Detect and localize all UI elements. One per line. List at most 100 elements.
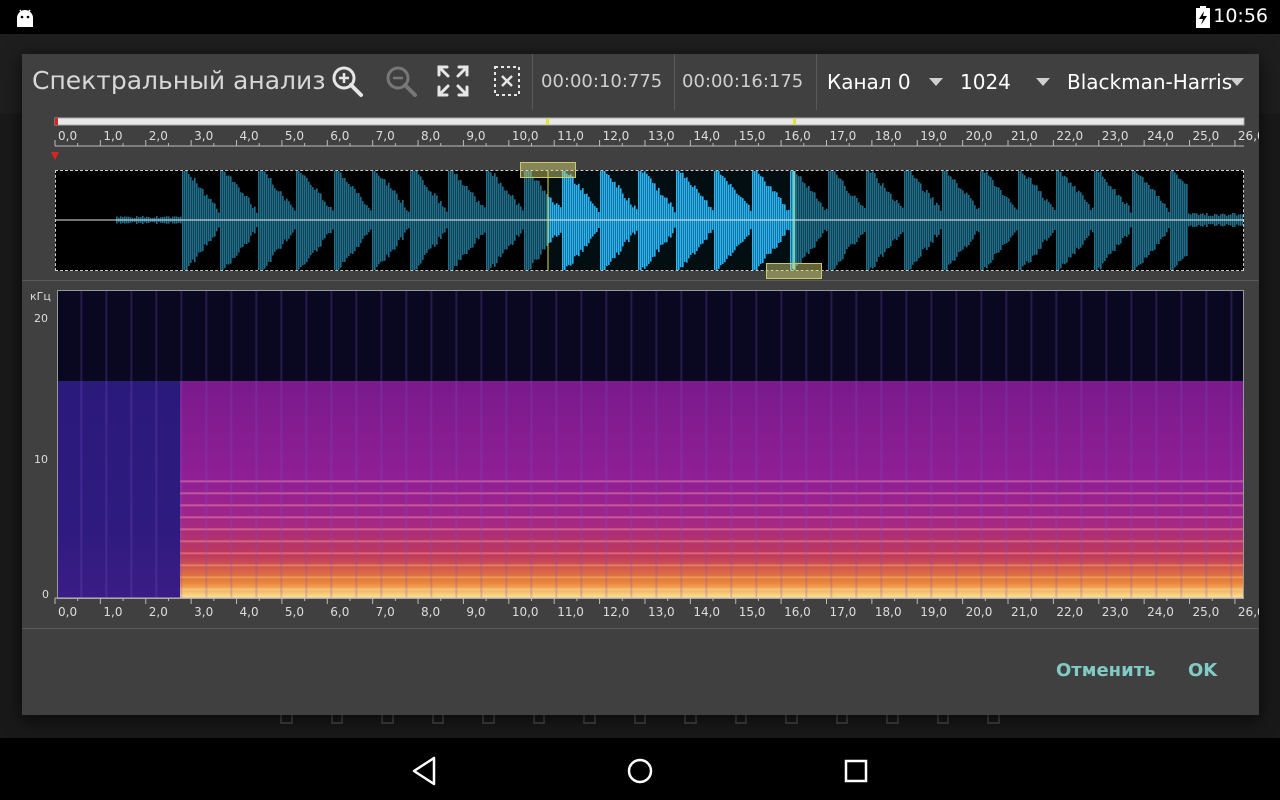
selection-start-handle[interactable] [520, 162, 576, 178]
time-tick-label: 22,0 [1056, 129, 1083, 143]
clear-selection-icon[interactable] [490, 64, 524, 98]
timeline[interactable]: 0,0 1,0 2,0 3,0 4,0 5,0 6,0 7,0 8,0 9,0 10,0 11,0 12… [22, 110, 1259, 170]
time-tick-label: 11,0 [557, 605, 584, 619]
freq-tick-label: 10 [34, 453, 48, 466]
toolbar-separator [816, 54, 817, 110]
time-tick-label: 7,0 [376, 129, 395, 143]
spectrogram-transients [58, 291, 1243, 598]
time-tick-label: 26,0 [1238, 605, 1259, 619]
time-tick-label: 14,0 [693, 605, 720, 619]
time-tick-label: 12,0 [603, 605, 630, 619]
time-tick-label: 24,0 [1147, 605, 1174, 619]
channel-dropdown[interactable]: Канал 0 [827, 64, 945, 100]
fft-size-dropdown[interactable]: 1024 [960, 64, 1052, 100]
time-tick-label: 15,0 [739, 129, 766, 143]
time-tick-label: 18,0 [875, 605, 902, 619]
spectral-analysis-dialog: Спектральный анализ 00:00:10:775 00:00:1… [22, 54, 1259, 715]
time-tick-label: 10,0 [512, 605, 539, 619]
cancel-button[interactable]: Отменить [1056, 660, 1156, 681]
spectrogram-view[interactable] [57, 290, 1244, 599]
time-tick-label: 8,0 [421, 605, 440, 619]
playhead-triangle[interactable] [51, 152, 59, 160]
time-tick-label: 16,0 [784, 605, 811, 619]
fit-to-screen-icon[interactable] [436, 64, 470, 98]
spectrogram-time-axis: 0,0 1,0 2,0 3,0 4,0 5,0 6,0 7,0 8,0 9,0 10,0 11,0 12… [22, 594, 1259, 624]
time-tick-label: 23,0 [1102, 605, 1129, 619]
time-tick-label: 5,0 [285, 605, 304, 619]
playhead-marker [55, 118, 58, 125]
time-tick-label: 3,0 [194, 129, 213, 143]
window-function-dropdown[interactable]: Blackman-Harris [1067, 64, 1247, 100]
battery-charging-icon [1196, 6, 1210, 28]
time-tick-label: 15,0 [739, 605, 766, 619]
time-tick-label: 17,0 [829, 129, 856, 143]
time-tick-label: 21,0 [1011, 605, 1038, 619]
clock: 10:56 [1213, 5, 1268, 27]
frequency-unit-label: кГц [30, 290, 51, 303]
dialog-toolbar: Спектральный анализ 00:00:10:775 00:00:1… [22, 54, 1259, 110]
time-tick-label: 20,0 [966, 129, 993, 143]
bottom-divider [22, 628, 1259, 629]
time-tick-label: 19,0 [920, 129, 947, 143]
time-tick-label: 23,0 [1102, 129, 1129, 143]
time-tick-label: 0,0 [58, 129, 77, 143]
dialog-title: Спектральный анализ [32, 66, 326, 95]
chevron-down-icon [1230, 78, 1244, 86]
time-tick-label: 11,0 [557, 129, 584, 143]
time-tick-label: 9,0 [466, 129, 485, 143]
chevron-down-icon [929, 78, 943, 86]
android-icon [14, 6, 36, 28]
timeline-bar[interactable] [55, 118, 1244, 125]
time-tick-label: 2,0 [149, 129, 168, 143]
toolbar-separator [532, 54, 533, 110]
home-icon[interactable] [623, 754, 657, 788]
time-tick-label: 17,0 [829, 605, 856, 619]
recents-icon[interactable] [839, 754, 873, 788]
time-tick-label: 20,0 [966, 605, 993, 619]
time-tick-label: 25,0 [1193, 605, 1220, 619]
chevron-down-icon [1036, 78, 1050, 86]
time-tick-label: 19,0 [920, 605, 947, 619]
time-tick-label: 8,0 [421, 129, 440, 143]
time-tick-label: 2,0 [149, 605, 168, 619]
selection-end-handle[interactable] [766, 263, 822, 279]
time-tick-label: 6,0 [330, 605, 349, 619]
time-tick-label: 4,0 [240, 129, 259, 143]
time-tick-label: 6,0 [330, 129, 349, 143]
time-tick-label: 12,0 [603, 129, 630, 143]
zoom-out-icon[interactable] [384, 64, 418, 98]
navigation-bar [0, 738, 1280, 800]
time-tick-label: 1,0 [103, 605, 122, 619]
time-tick-label: 5,0 [285, 129, 304, 143]
time-tick-label: 13,0 [648, 605, 675, 619]
ok-button[interactable]: OK [1188, 660, 1217, 681]
time-tick-label: 4,0 [240, 605, 259, 619]
time-tick-label: 26,0 [1238, 129, 1259, 143]
fft-size-value: 1024 [960, 70, 1011, 94]
time-tick-label: 13,0 [648, 129, 675, 143]
window-function-value: Blackman-Harris [1067, 70, 1232, 94]
status-bar: 10:56 [0, 0, 1280, 34]
waveform-view[interactable] [55, 170, 1244, 271]
time-tick-label: 14,0 [693, 129, 720, 143]
time-tick-label: 18,0 [875, 129, 902, 143]
selection-end-time: 00:00:16:175 [682, 71, 803, 92]
time-tick-label: 24,0 [1147, 129, 1174, 143]
zoom-in-icon[interactable] [330, 64, 364, 98]
time-tick-label: 7,0 [376, 605, 395, 619]
time-tick-label: 1,0 [103, 129, 122, 143]
selection-start-marker [546, 118, 549, 125]
freq-tick-label: 20 [34, 312, 48, 325]
time-tick-label: 3,0 [194, 605, 213, 619]
time-tick-label: 25,0 [1193, 129, 1220, 143]
time-tick-label: 0,0 [58, 605, 77, 619]
selection-end-marker [793, 118, 796, 125]
toolbar-separator [674, 54, 675, 110]
time-tick-label: 22,0 [1056, 605, 1083, 619]
section-divider [22, 280, 1259, 281]
back-icon[interactable] [408, 754, 442, 788]
selection-start-time: 00:00:10:775 [541, 71, 662, 92]
channel-value: Канал 0 [827, 70, 911, 94]
time-tick-label: 10,0 [512, 129, 539, 143]
time-tick-label: 16,0 [784, 129, 811, 143]
